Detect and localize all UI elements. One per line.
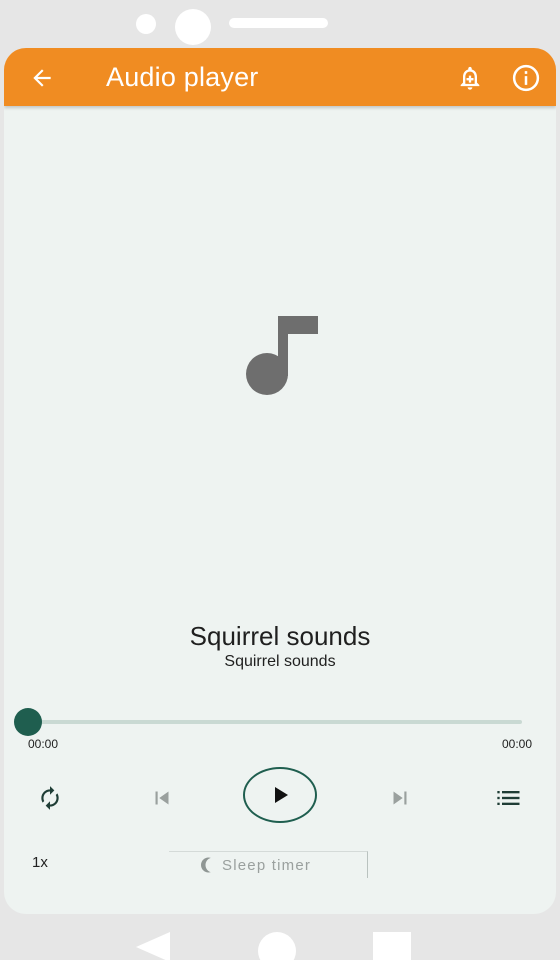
earpiece-speaker [229,18,328,28]
repeat-button[interactable] [34,782,66,814]
page-title: Audio player [106,62,259,92]
track-subtitle: Squirrel sounds [224,653,336,670]
seek-bar[interactable] [14,708,522,736]
sleep-timer-button[interactable]: Sleep timer [169,851,368,878]
sleep-timer-label: Sleep timer [222,856,312,874]
moon-icon [198,856,216,874]
play-icon [275,787,288,803]
nav-home-circle-icon[interactable] [258,932,296,960]
track-title: Squirrel sounds [189,621,371,651]
nav-recents-square-icon[interactable] [373,932,411,960]
alarm-add-icon [460,66,480,90]
nav-back-triangle-icon[interactable] [136,932,170,960]
total-duration: 00:00 [501,737,532,751]
queue-button[interactable] [493,782,525,814]
skip-previous-icon [155,791,169,805]
alarm-button[interactable] [454,62,486,94]
device-frame: Audio player Squirrel sounds Squirrel so… [0,0,560,960]
back-button[interactable] [26,62,58,94]
front-camera [175,9,211,45]
app-bar: Audio player [4,48,556,106]
info-button[interactable] [510,62,542,94]
info-icon [512,64,540,92]
skip-next-icon [393,791,407,805]
playback-speed-button[interactable]: 1x [32,854,48,871]
device-top-bar [0,0,560,48]
system-navigation-bar [0,914,560,960]
app-screen: Audio player Squirrel sounds Squirrel so… [4,48,556,914]
next-button[interactable] [384,782,416,814]
seek-bar-thumb[interactable] [14,708,42,736]
front-sensor [136,14,156,34]
album-art [240,316,322,400]
play-button[interactable] [243,767,317,823]
music-note-icon [246,316,318,395]
repeat-icon [41,786,59,810]
previous-button[interactable] [146,782,178,814]
queue-list-icon [497,791,520,805]
elapsed-time: 00:00 [28,737,59,751]
arrow-back-icon [33,69,51,87]
